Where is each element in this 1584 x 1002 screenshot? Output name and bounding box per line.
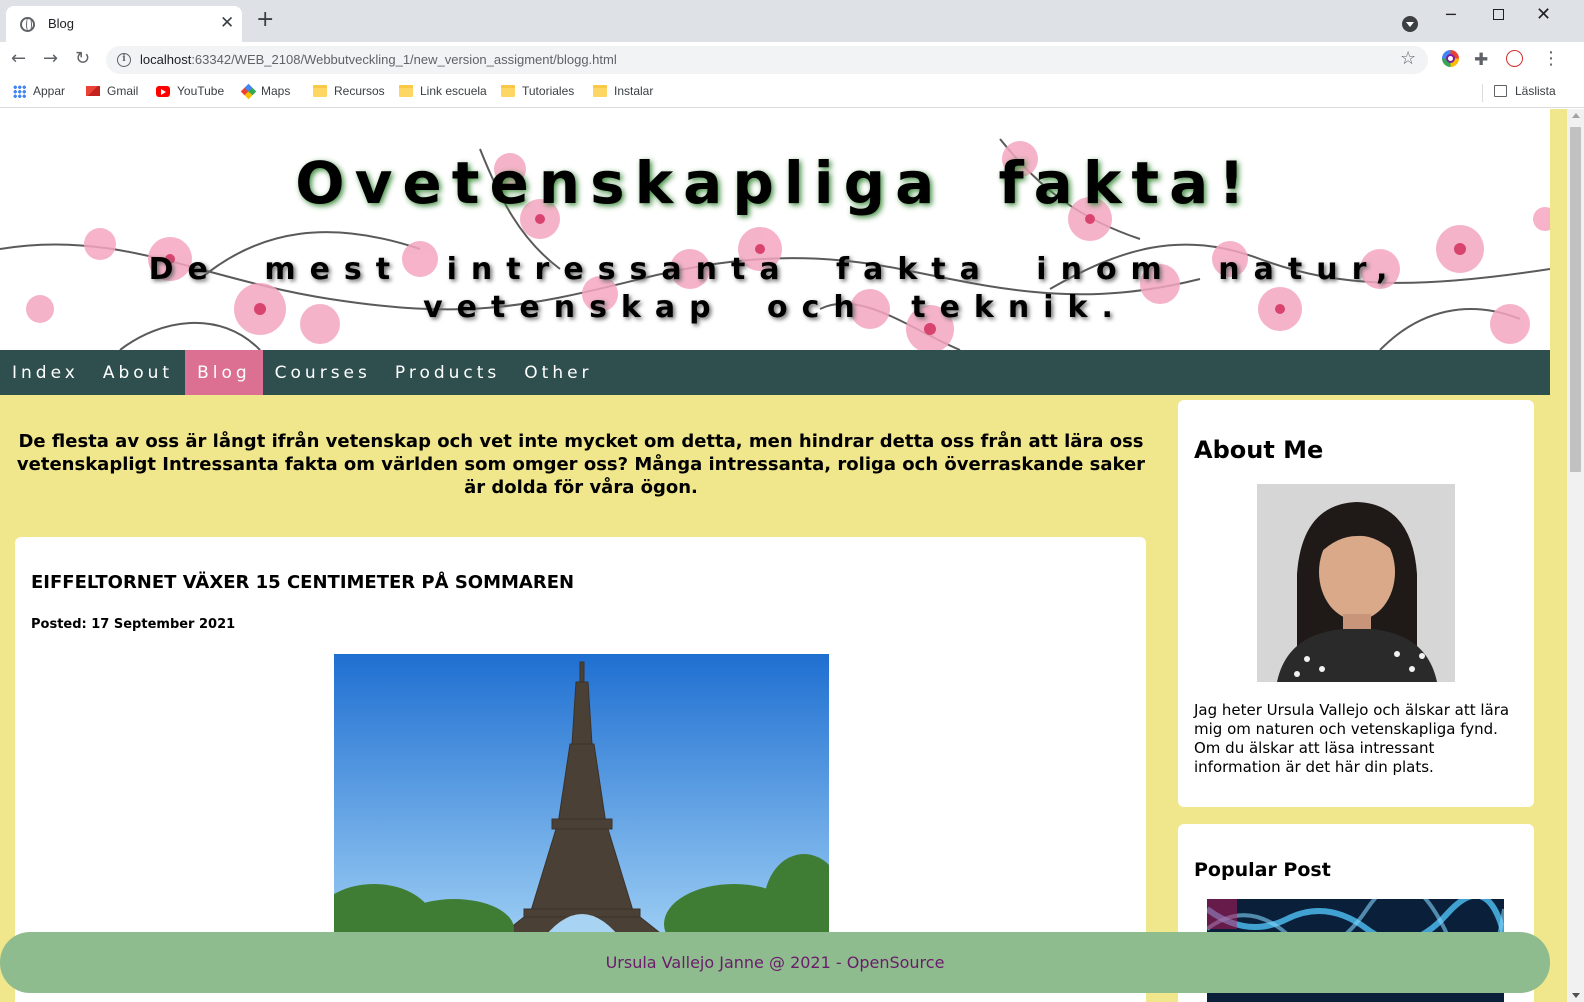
puzzle-extensions-icon[interactable]: ✚ <box>1474 50 1488 70</box>
url-host: localhost <box>140 52 192 67</box>
bookmark-label: Recursos <box>334 84 385 98</box>
bookmark-youtube[interactable]: YouTube <box>156 84 224 98</box>
nav-index[interactable]: Index <box>0 350 91 395</box>
nav-about[interactable]: About <box>91 350 185 395</box>
folder-icon <box>399 85 413 97</box>
reload-icon[interactable]: ↻ <box>75 48 90 70</box>
browser-tab-bar: Blog ✕ + ─ ✕ <box>0 0 1584 42</box>
back-arrow-icon[interactable]: ← <box>11 48 26 70</box>
minimize-icon[interactable]: ─ <box>1446 5 1456 24</box>
about-me-card: About Me Jag heter Ursula Vallejo och äl… <box>1178 400 1534 807</box>
folder-icon <box>501 85 515 97</box>
reading-list-label: Läslista <box>1515 84 1556 98</box>
bookmark-label: Instalar <box>614 84 654 98</box>
folder-icon <box>593 85 607 97</box>
globe-icon <box>20 17 35 32</box>
bookmark-label: Tutoriales <box>522 84 575 98</box>
site-header: Ovetenskapliga fakta! De mest intressant… <box>0 109 1550 350</box>
window-close-icon[interactable]: ✕ <box>1536 4 1551 25</box>
youtube-icon <box>156 85 170 97</box>
reading-list-icon <box>1494 85 1507 97</box>
bookmark-appar[interactable]: Appar <box>13 84 65 98</box>
bookmark-label: Gmail <box>107 84 139 98</box>
bookmark-label: Appar <box>33 84 66 98</box>
reading-list-button[interactable]: Läslista <box>1494 84 1556 98</box>
forward-arrow-icon[interactable]: → <box>43 48 58 70</box>
new-tab-button[interactable]: + <box>256 9 274 31</box>
bookmark-label: Maps <box>261 84 291 98</box>
maps-icon <box>240 83 257 99</box>
url-text[interactable]: localhost:63342/WEB_2108/Webbutveckling_… <box>140 52 617 67</box>
page-viewport: Ovetenskapliga fakta! De mest intressant… <box>0 109 1567 1002</box>
tab-title: Blog <box>48 16 75 31</box>
apps-grid-icon <box>13 84 26 98</box>
intro-text: De flesta av oss är långt ifrån vetenska… <box>16 431 1146 498</box>
scroll-thumb[interactable] <box>1570 127 1581 472</box>
address-bar[interactable]: i localhost:63342/WEB_2108/Webbutvecklin… <box>106 46 1428 74</box>
popular-post-title: Popular Post <box>1194 859 1331 881</box>
nav-products[interactable]: Products <box>383 350 512 395</box>
bookmarks-bar: Appar Gmail YouTube Maps Recursos Link e… <box>0 78 1584 108</box>
site-footer: Ursula Vallejo Janne @ 2021 - OpenSource <box>0 932 1550 993</box>
bookmark-tutoriales[interactable]: Tutoriales <box>501 84 574 98</box>
bookmark-instalar[interactable]: Instalar <box>593 84 653 98</box>
bookmark-label: Link escuela <box>420 84 487 98</box>
nav-courses[interactable]: Courses <box>263 350 383 395</box>
footer-text: Ursula Vallejo Janne @ 2021 - OpenSource <box>605 953 945 972</box>
nav-other[interactable]: Other <box>512 350 604 395</box>
kebab-menu-icon[interactable]: ⋮ <box>1542 48 1560 69</box>
info-icon[interactable]: i <box>117 53 131 67</box>
color-extension-icon[interactable] <box>1442 50 1459 67</box>
close-tab-icon[interactable]: ✕ <box>220 13 234 33</box>
eiffel-tower-image <box>334 654 829 944</box>
scroll-down-arrow-icon[interactable] <box>1572 993 1580 998</box>
bookmark-recursos[interactable]: Recursos <box>313 84 385 98</box>
gmail-icon <box>86 86 100 96</box>
browser-toolbar: ← → ↻ i localhost:63342/WEB_2108/Webbutv… <box>0 42 1584 78</box>
post-title: EIFFELTORNET VÄXER 15 CENTIMETER PÅ SOMM… <box>31 572 575 593</box>
site-subtitle: De mest intressanta fakta inom natur, ve… <box>148 252 1402 325</box>
profile-avatar-icon[interactable] <box>1506 50 1523 67</box>
page-scrollbar[interactable] <box>1567 109 1584 1002</box>
bookmark-gmail[interactable]: Gmail <box>86 84 138 98</box>
bookmark-label: YouTube <box>177 84 225 98</box>
bookmark-link-escuela[interactable]: Link escuela <box>399 84 487 98</box>
bookmarks-separator <box>1482 84 1483 102</box>
maximize-icon[interactable] <box>1493 9 1504 20</box>
browser-tab[interactable]: Blog ✕ <box>6 6 242 42</box>
scroll-up-arrow-icon[interactable] <box>1572 113 1580 118</box>
author-portrait <box>1257 484 1455 682</box>
bookmark-maps[interactable]: Maps <box>240 83 291 99</box>
main-nav: Index About Blog Courses Products Other <box>0 350 1550 395</box>
about-me-text: Jag heter Ursula Vallejo och älskar att … <box>1194 701 1510 776</box>
url-path: :63342/WEB_2108/Webbutveckling_1/new_ver… <box>191 52 617 67</box>
folder-icon <box>313 85 327 97</box>
post-date: Posted: 17 September 2021 <box>31 617 236 632</box>
site-title: Ovetenskapliga fakta! <box>295 149 1255 217</box>
tab-search-icon[interactable] <box>1402 16 1418 32</box>
nav-blog[interactable]: Blog <box>185 350 263 395</box>
bookmark-star-icon[interactable]: ☆ <box>1400 48 1416 69</box>
about-me-title: About Me <box>1194 436 1324 464</box>
